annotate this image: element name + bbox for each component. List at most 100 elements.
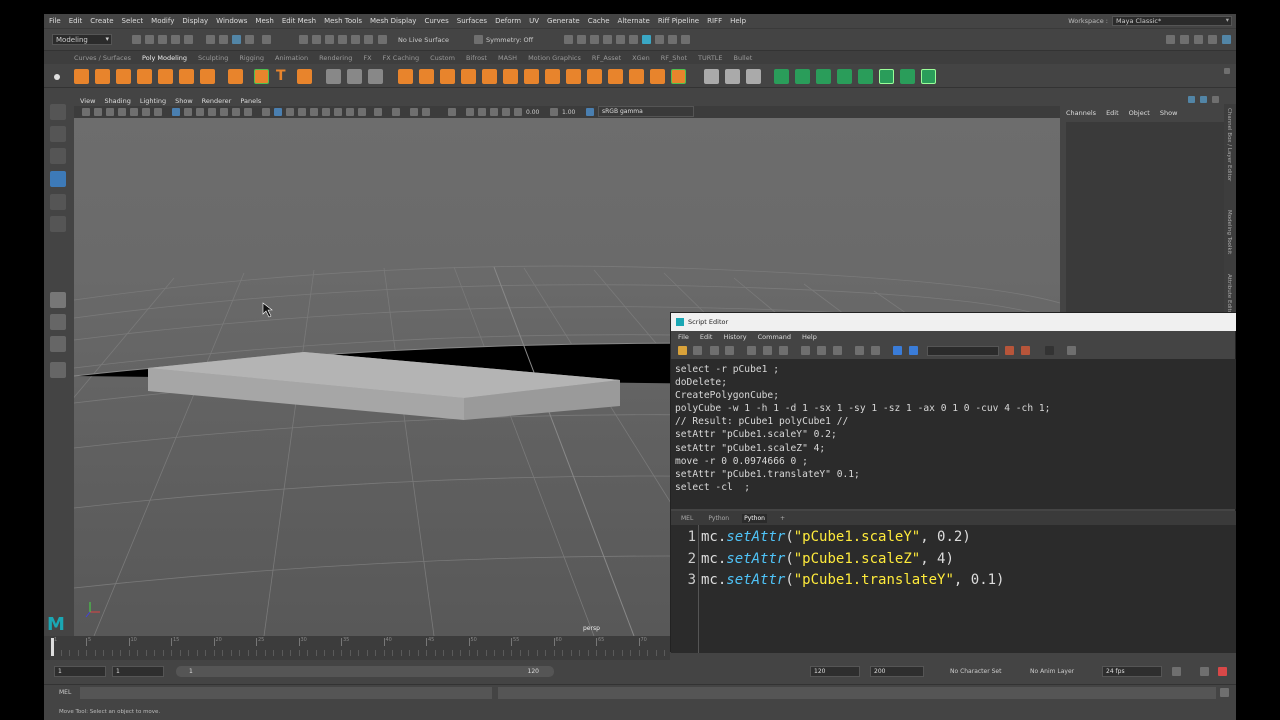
resolution-gate-icon[interactable] [196, 108, 204, 116]
gate-mask-icon[interactable] [208, 108, 216, 116]
menu-display[interactable]: Display [182, 17, 208, 25]
script-editor-menu-file[interactable]: File [678, 333, 689, 341]
tool-icon[interactable] [466, 108, 474, 116]
script-tab-python[interactable]: Python [706, 514, 731, 523]
wireframe-on-shaded-icon[interactable] [286, 108, 294, 116]
command-lang-toggle[interactable]: MEL [59, 689, 71, 696]
panel-menu-panels[interactable]: Panels [240, 97, 261, 105]
outliner-layout-icon[interactable] [50, 362, 66, 378]
type-tool-icon[interactable]: T [276, 69, 291, 84]
search-up-icon[interactable] [1021, 346, 1030, 355]
poly-cylinder-icon[interactable] [116, 69, 131, 84]
menu-create[interactable]: Create [90, 17, 113, 25]
menu-riff[interactable]: RIFF [707, 17, 722, 25]
channel-box-icon[interactable] [1188, 96, 1195, 103]
uv-icon[interactable] [900, 69, 915, 84]
panel-menu-view[interactable]: View [80, 97, 95, 105]
menu-mesh-display[interactable]: Mesh Display [370, 17, 416, 25]
poly-sphere-icon[interactable] [74, 69, 89, 84]
append-icon[interactable] [629, 69, 644, 84]
poly-plane-icon[interactable] [179, 69, 194, 84]
move-tool-icon[interactable] [50, 171, 66, 187]
separate-icon[interactable] [419, 69, 434, 84]
poly-cube-icon[interactable] [95, 69, 110, 84]
image-plane-icon[interactable] [118, 108, 126, 116]
fill-hole-icon[interactable] [608, 69, 623, 84]
menu-edit[interactable]: Edit [69, 17, 83, 25]
retopo-icon[interactable] [368, 69, 383, 84]
smooth-shade-icon[interactable] [274, 108, 282, 116]
mode-dropdown[interactable]: Modeling [52, 34, 112, 45]
shelf-tab-bifrost[interactable]: Bifrost [466, 54, 487, 62]
uv-icon[interactable] [858, 69, 873, 84]
show-line-numbers-icon[interactable] [763, 346, 772, 355]
motion-blur-icon[interactable] [346, 108, 354, 116]
safe-title-icon[interactable] [244, 108, 252, 116]
search-down-icon[interactable] [1005, 346, 1014, 355]
side-tab-modeling-toolkit[interactable]: Modeling Toolkit [1226, 210, 1232, 254]
hierarchy-mode-icon[interactable] [206, 35, 215, 44]
rotate-tool-icon[interactable] [50, 194, 66, 210]
loop-icon[interactable] [1172, 667, 1181, 676]
uv-icon[interactable] [879, 69, 894, 84]
menu-alternate[interactable]: Alternate [618, 17, 650, 25]
shelf-tab-animation[interactable]: Animation [275, 54, 308, 62]
reduce-icon[interactable] [482, 69, 497, 84]
symmetry-label[interactable]: Symmetry: Off [486, 36, 533, 44]
shelf-tab-sculpting[interactable]: Sculpting [198, 54, 228, 62]
select-tool-icon[interactable] [50, 104, 66, 120]
render-icon[interactable] [577, 35, 586, 44]
snap-surface-icon[interactable] [351, 35, 360, 44]
save-script-icon[interactable] [710, 346, 719, 355]
menu-file[interactable]: File [49, 17, 61, 25]
poly-cone-icon[interactable] [137, 69, 152, 84]
snap-view-icon[interactable] [338, 35, 347, 44]
shelf-options-icon[interactable] [1224, 68, 1230, 74]
script-editor-menu-history[interactable]: History [723, 333, 746, 341]
save-script-shelf-icon[interactable] [725, 346, 734, 355]
xray-joints-icon[interactable] [422, 108, 430, 116]
script-tab-python[interactable]: Python [742, 513, 767, 523]
menu-cache[interactable]: Cache [588, 17, 610, 25]
four-view-icon[interactable] [50, 314, 66, 330]
time-slider[interactable]: 1 5 10 15 20 25 30 35 40 45 50 55 60 65 70 [44, 636, 670, 660]
extrude-icon[interactable] [524, 69, 539, 84]
tool-icon[interactable] [490, 108, 498, 116]
bookmark-icon[interactable] [106, 108, 114, 116]
combine-icon[interactable] [398, 69, 413, 84]
shelf-tab-turtle[interactable]: TURTLE [698, 54, 722, 62]
tool-icon[interactable] [154, 108, 162, 116]
textured-icon[interactable] [298, 108, 306, 116]
merge-icon[interactable] [650, 69, 665, 84]
layer-editor-icon[interactable] [1200, 96, 1207, 103]
options-icon[interactable] [1067, 346, 1076, 355]
workspace-dropdown[interactable]: Maya Classic* [1112, 16, 1232, 26]
exposure-icon[interactable] [514, 108, 522, 116]
script-editor-titlebar[interactable]: Script Editor [671, 313, 1236, 331]
svg-tool-icon[interactable] [297, 69, 312, 84]
snap-icon[interactable] [262, 35, 271, 44]
render-setup-icon[interactable] [655, 35, 664, 44]
menu-modify[interactable]: Modify [151, 17, 174, 25]
prefs-icon[interactable] [1218, 667, 1227, 676]
menu-generate[interactable]: Generate [547, 17, 580, 25]
shelf-tab-rf-shot[interactable]: RF_Shot [661, 54, 687, 62]
object-mode-icon[interactable] [219, 35, 228, 44]
sweep-mesh-icon[interactable] [326, 69, 341, 84]
menu-select[interactable]: Select [122, 17, 144, 25]
shelf-tab-bullet[interactable]: Bullet [734, 54, 753, 62]
shelf-tab-rendering[interactable]: Rendering [319, 54, 352, 62]
camera-icon[interactable] [82, 108, 90, 116]
script-input[interactable]: 123 mc.setAttr("pCube1.scaleY", 0.2) mc.s… [671, 525, 1236, 653]
shelf-tab-fx-caching[interactable]: FX Caching [383, 54, 420, 62]
sidebar-toggle-icon[interactable] [1166, 35, 1175, 44]
tool-icon[interactable] [478, 108, 486, 116]
script-history[interactable]: select -r pCube1 ; doDelete; CreatePolyg… [671, 359, 1236, 509]
snap-grid-icon[interactable] [299, 35, 308, 44]
playback-start-field[interactable]: 1 [112, 666, 164, 677]
lasso-tool-icon[interactable] [50, 126, 66, 142]
scale-tool-icon[interactable] [50, 216, 66, 232]
poly-disc-icon[interactable] [200, 69, 215, 84]
offset-edge-icon[interactable] [746, 69, 761, 84]
xray-components-icon[interactable] [448, 108, 456, 116]
